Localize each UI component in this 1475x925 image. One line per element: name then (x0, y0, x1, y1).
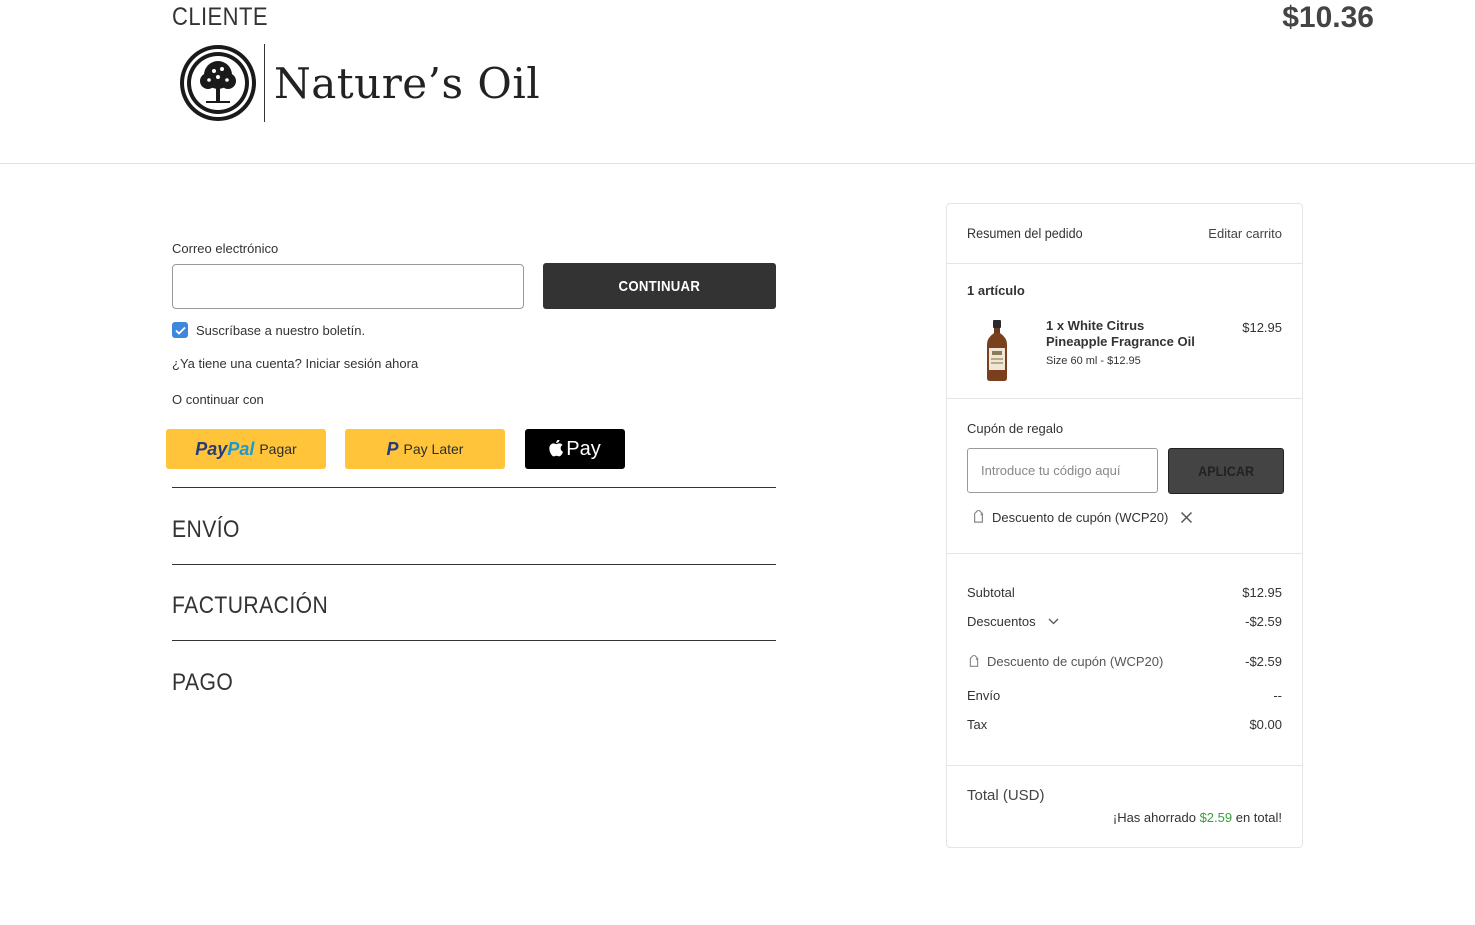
apple-pay-button[interactable]: Pay (525, 429, 625, 469)
payment-title: PAGO (172, 669, 234, 696)
tax-value: $0.00 (1249, 717, 1282, 732)
newsletter-label: Suscríbase a nuestro boletín. (196, 322, 366, 338)
shipping-title: ENVÍO (172, 516, 240, 543)
shipping-section[interactable]: ENVÍO (172, 487, 776, 543)
coupon-discount-row: Descuento de cupón (WCP20) -$2.59 (967, 654, 1282, 669)
coupon-discount-label: Descuento de cupón (WCP20) (987, 654, 1164, 669)
tag-icon (969, 654, 979, 667)
logo-divider (264, 44, 265, 122)
tree-seal-icon (180, 45, 256, 121)
step-title: CLIENTE (172, 3, 269, 31)
coupon-code-input[interactable]: Introduce tu código aquí (967, 448, 1158, 493)
product-bottle-image (987, 320, 1007, 381)
applied-coupon-label: Descuento de cupón (WCP20) (992, 510, 1169, 525)
checkout-header: CLIENTE $10.36 Nature’s Oil (0, 0, 1475, 164)
logo-text: Nature’s Oil (274, 58, 541, 108)
tax-row: Tax $0.00 (967, 717, 1282, 732)
divider (947, 263, 1302, 264)
paypal-button[interactable]: PayPal Pagar (166, 429, 326, 469)
login-link[interactable]: ¿Ya tiene una cuenta? Iniciar sesión aho… (172, 356, 418, 371)
apply-coupon-button[interactable]: APLICAR (1168, 448, 1284, 494)
shipping-row: Envío -- (967, 688, 1282, 703)
shipping-value: -- (1273, 688, 1282, 703)
subtotal-value: $12.95 (1242, 585, 1282, 600)
pay-later-label: Pay Later (403, 441, 464, 457)
coupon-discount-value: -$2.59 (1245, 654, 1282, 669)
apple-icon (549, 440, 564, 457)
product-variant: Size 60 ml - $12.95 (1046, 355, 1141, 367)
store-logo[interactable]: Nature’s Oil (178, 42, 540, 124)
cart-item: 1 x White Citrus Pineapple Fragrance Oil… (967, 318, 1282, 382)
applied-coupon: Descuento de cupón (WCP20) (971, 510, 1193, 525)
newsletter-checkbox[interactable] (172, 322, 188, 338)
savings-amount: $2.59 (1199, 810, 1233, 825)
savings-prefix: ¡Has ahorrado (1112, 810, 1200, 825)
product-price: $12.95 (1242, 320, 1282, 335)
tag-icon (974, 510, 983, 523)
discounts-row[interactable]: Descuentos -$2.59 (967, 614, 1282, 629)
divider (947, 765, 1302, 766)
billing-section[interactable]: FACTURACIÓN (172, 564, 776, 619)
subtotal-label: Subtotal (967, 585, 1015, 600)
summary-title: Resumen del pedido (967, 225, 1083, 241)
apply-coupon-label: APLICAR (1197, 463, 1254, 479)
apple-pay-label: Pay (566, 437, 601, 460)
summary-header: Resumen del pedido Editar carrito (967, 223, 1282, 243)
edit-cart-link[interactable]: Editar carrito (1208, 226, 1282, 241)
discounts-toggle[interactable]: Descuentos (967, 614, 1059, 629)
tax-label: Tax (967, 717, 988, 732)
total-label: Total (USD) (967, 787, 1045, 804)
product-name: 1 x White Citrus Pineapple Fragrance Oil (1046, 318, 1195, 349)
savings-message: ¡Has ahorrado $2.59 en total! (1113, 810, 1282, 825)
paypal-label: Pagar (259, 441, 297, 457)
items-count: 1 artículo (967, 283, 1025, 298)
email-label: Correo electrónico (172, 241, 279, 256)
email-field[interactable] (172, 264, 524, 309)
divider (947, 398, 1302, 399)
chevron-down-icon (1048, 618, 1059, 625)
paypal-p-icon: P (386, 438, 399, 459)
continue-button[interactable]: CONTINUAR (543, 263, 776, 309)
paypal-logo: PayPal (195, 438, 255, 459)
divider (947, 553, 1302, 554)
or-continue-with: O continuar con (172, 392, 264, 407)
newsletter-option[interactable]: Suscríbase a nuestro boletín. (172, 322, 365, 338)
paypal-pay-later-button[interactable]: P Pay Later (345, 429, 505, 469)
shipping-label: Envío (967, 688, 1001, 703)
coupon-label: Cupón de regalo (967, 421, 1064, 436)
checkmark-icon (174, 326, 186, 335)
header-total: $10.36 (1282, 1, 1374, 34)
close-icon[interactable] (1180, 511, 1193, 524)
discounts-label: Descuentos (967, 614, 1036, 629)
coupon-discount-label-wrap: Descuento de cupón (WCP20) (967, 654, 1163, 669)
continue-button-label: CONTINUAR (618, 277, 701, 295)
subtotal-row: Subtotal $12.95 (967, 585, 1282, 600)
savings-suffix: en total! (1232, 810, 1282, 825)
discounts-value: -$2.59 (1245, 614, 1282, 629)
billing-title: FACTURACIÓN (172, 592, 329, 619)
order-summary: Resumen del pedido Editar carrito 1 artí… (946, 203, 1303, 848)
payment-section[interactable]: PAGO (172, 640, 776, 696)
